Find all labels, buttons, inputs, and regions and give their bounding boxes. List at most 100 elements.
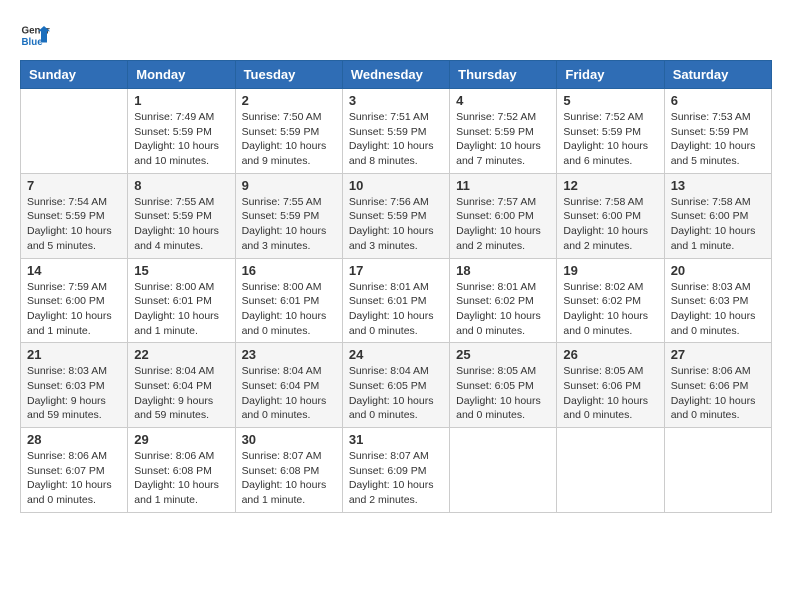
day-number: 6 [671, 93, 765, 108]
day-info: Sunrise: 8:07 AM Sunset: 6:09 PM Dayligh… [349, 449, 443, 508]
day-number: 24 [349, 347, 443, 362]
day-info: Sunrise: 8:06 AM Sunset: 6:07 PM Dayligh… [27, 449, 121, 508]
day-info: Sunrise: 7:55 AM Sunset: 5:59 PM Dayligh… [134, 195, 228, 254]
day-info: Sunrise: 7:55 AM Sunset: 5:59 PM Dayligh… [242, 195, 336, 254]
calendar-cell: 4 Sunrise: 7:52 AM Sunset: 5:59 PM Daylig… [450, 89, 557, 174]
calendar-cell: 24 Sunrise: 8:04 AM Sunset: 6:05 PM Dayli… [342, 343, 449, 428]
day-number: 29 [134, 432, 228, 447]
page-header: General Blue [20, 20, 772, 50]
day-info: Sunrise: 8:01 AM Sunset: 6:02 PM Dayligh… [456, 280, 550, 339]
day-info: Sunrise: 8:07 AM Sunset: 6:08 PM Dayligh… [242, 449, 336, 508]
day-number: 23 [242, 347, 336, 362]
column-header-sunday: Sunday [21, 61, 128, 89]
calendar-cell: 26 Sunrise: 8:05 AM Sunset: 6:06 PM Dayli… [557, 343, 664, 428]
calendar-cell: 1Sunrise: 7:49 AM Sunset: 5:59 PM Daylig… [128, 89, 235, 174]
day-number: 10 [349, 178, 443, 193]
calendar-cell: 30 Sunrise: 8:07 AM Sunset: 6:08 PM Dayli… [235, 428, 342, 513]
calendar-cell: 19 Sunrise: 8:02 AM Sunset: 6:02 PM Dayli… [557, 258, 664, 343]
day-number: 9 [242, 178, 336, 193]
calendar-cell: 8 Sunrise: 7:55 AM Sunset: 5:59 PM Daylig… [128, 173, 235, 258]
day-number: 26 [563, 347, 657, 362]
logo-icon: General Blue [20, 20, 50, 50]
day-info: Sunrise: 7:58 AM Sunset: 6:00 PM Dayligh… [563, 195, 657, 254]
day-number: 11 [456, 178, 550, 193]
day-number: 21 [27, 347, 121, 362]
calendar-table: SundayMondayTuesdayWednesdayThursdayFrid… [20, 60, 772, 513]
calendar-cell [21, 89, 128, 174]
column-header-friday: Friday [557, 61, 664, 89]
calendar-cell: 12 Sunrise: 7:58 AM Sunset: 6:00 PM Dayli… [557, 173, 664, 258]
day-info: Sunrise: 7:59 AM Sunset: 6:00 PM Dayligh… [27, 280, 121, 339]
calendar-cell: 11 Sunrise: 7:57 AM Sunset: 6:00 PM Dayli… [450, 173, 557, 258]
day-number: 28 [27, 432, 121, 447]
day-info: Sunrise: 7:49 AM Sunset: 5:59 PM Dayligh… [134, 110, 228, 169]
calendar-cell: 9 Sunrise: 7:55 AM Sunset: 5:59 PM Daylig… [235, 173, 342, 258]
day-number: 19 [563, 263, 657, 278]
calendar-cell: 10 Sunrise: 7:56 AM Sunset: 5:59 PM Dayli… [342, 173, 449, 258]
calendar-cell: 7Sunrise: 7:54 AM Sunset: 5:59 PM Daylig… [21, 173, 128, 258]
day-info: Sunrise: 7:52 AM Sunset: 5:59 PM Dayligh… [563, 110, 657, 169]
calendar-cell: 22 Sunrise: 8:04 AM Sunset: 6:04 PM Dayli… [128, 343, 235, 428]
calendar-cell: 5Sunrise: 7:52 AM Sunset: 5:59 PM Daylig… [557, 89, 664, 174]
column-header-wednesday: Wednesday [342, 61, 449, 89]
day-info: Sunrise: 7:54 AM Sunset: 5:59 PM Dayligh… [27, 195, 121, 254]
day-number: 16 [242, 263, 336, 278]
day-info: Sunrise: 8:04 AM Sunset: 6:05 PM Dayligh… [349, 364, 443, 423]
day-number: 2 [242, 93, 336, 108]
calendar-cell: 29 Sunrise: 8:06 AM Sunset: 6:08 PM Dayli… [128, 428, 235, 513]
calendar-cell: 15Sunrise: 8:00 AM Sunset: 6:01 PM Dayli… [128, 258, 235, 343]
day-info: Sunrise: 7:52 AM Sunset: 5:59 PM Dayligh… [456, 110, 550, 169]
day-info: Sunrise: 7:58 AM Sunset: 6:00 PM Dayligh… [671, 195, 765, 254]
day-info: Sunrise: 8:06 AM Sunset: 6:06 PM Dayligh… [671, 364, 765, 423]
calendar-cell: 16 Sunrise: 8:00 AM Sunset: 6:01 PM Dayli… [235, 258, 342, 343]
column-header-saturday: Saturday [664, 61, 771, 89]
day-number: 22 [134, 347, 228, 362]
day-info: Sunrise: 7:51 AM Sunset: 5:59 PM Dayligh… [349, 110, 443, 169]
calendar-cell: 13 Sunrise: 7:58 AM Sunset: 6:00 PM Dayli… [664, 173, 771, 258]
calendar-cell: 28 Sunrise: 8:06 AM Sunset: 6:07 PM Dayli… [21, 428, 128, 513]
calendar-cell [450, 428, 557, 513]
day-info: Sunrise: 8:04 AM Sunset: 6:04 PM Dayligh… [134, 364, 228, 423]
day-info: Sunrise: 8:00 AM Sunset: 6:01 PM Dayligh… [242, 280, 336, 339]
day-number: 30 [242, 432, 336, 447]
calendar-cell: 18Sunrise: 8:01 AM Sunset: 6:02 PM Dayli… [450, 258, 557, 343]
day-info: Sunrise: 8:05 AM Sunset: 6:06 PM Dayligh… [563, 364, 657, 423]
calendar-cell: 27 Sunrise: 8:06 AM Sunset: 6:06 PM Dayli… [664, 343, 771, 428]
day-info: Sunrise: 7:57 AM Sunset: 6:00 PM Dayligh… [456, 195, 550, 254]
day-info: Sunrise: 8:03 AM Sunset: 6:03 PM Dayligh… [671, 280, 765, 339]
day-number: 31 [349, 432, 443, 447]
day-info: Sunrise: 7:56 AM Sunset: 5:59 PM Dayligh… [349, 195, 443, 254]
day-info: Sunrise: 8:04 AM Sunset: 6:04 PM Dayligh… [242, 364, 336, 423]
calendar-cell: 17Sunrise: 8:01 AM Sunset: 6:01 PM Dayli… [342, 258, 449, 343]
day-info: Sunrise: 8:05 AM Sunset: 6:05 PM Dayligh… [456, 364, 550, 423]
logo: General Blue [20, 20, 50, 50]
svg-text:Blue: Blue [22, 37, 44, 48]
calendar-cell [557, 428, 664, 513]
calendar-cell: 21 Sunrise: 8:03 AM Sunset: 6:03 PM Dayli… [21, 343, 128, 428]
day-number: 3 [349, 93, 443, 108]
day-number: 8 [134, 178, 228, 193]
calendar-cell: 25 Sunrise: 8:05 AM Sunset: 6:05 PM Dayli… [450, 343, 557, 428]
calendar-cell: 20 Sunrise: 8:03 AM Sunset: 6:03 PM Dayli… [664, 258, 771, 343]
day-info: Sunrise: 8:02 AM Sunset: 6:02 PM Dayligh… [563, 280, 657, 339]
day-number: 4 [456, 93, 550, 108]
calendar-cell: 14Sunrise: 7:59 AM Sunset: 6:00 PM Dayli… [21, 258, 128, 343]
day-number: 27 [671, 347, 765, 362]
day-info: Sunrise: 8:03 AM Sunset: 6:03 PM Dayligh… [27, 364, 121, 423]
calendar-cell: 3 Sunrise: 7:51 AM Sunset: 5:59 PM Daylig… [342, 89, 449, 174]
column-header-monday: Monday [128, 61, 235, 89]
day-number: 25 [456, 347, 550, 362]
day-info: Sunrise: 8:06 AM Sunset: 6:08 PM Dayligh… [134, 449, 228, 508]
day-info: Sunrise: 7:53 AM Sunset: 5:59 PM Dayligh… [671, 110, 765, 169]
column-header-tuesday: Tuesday [235, 61, 342, 89]
day-number: 12 [563, 178, 657, 193]
day-number: 15 [134, 263, 228, 278]
day-info: Sunrise: 7:50 AM Sunset: 5:59 PM Dayligh… [242, 110, 336, 169]
day-number: 13 [671, 178, 765, 193]
day-number: 20 [671, 263, 765, 278]
calendar-cell: 23 Sunrise: 8:04 AM Sunset: 6:04 PM Dayli… [235, 343, 342, 428]
calendar-cell: 6 Sunrise: 7:53 AM Sunset: 5:59 PM Daylig… [664, 89, 771, 174]
calendar-cell: 2 Sunrise: 7:50 AM Sunset: 5:59 PM Daylig… [235, 89, 342, 174]
calendar-cell [664, 428, 771, 513]
day-info: Sunrise: 8:01 AM Sunset: 6:01 PM Dayligh… [349, 280, 443, 339]
